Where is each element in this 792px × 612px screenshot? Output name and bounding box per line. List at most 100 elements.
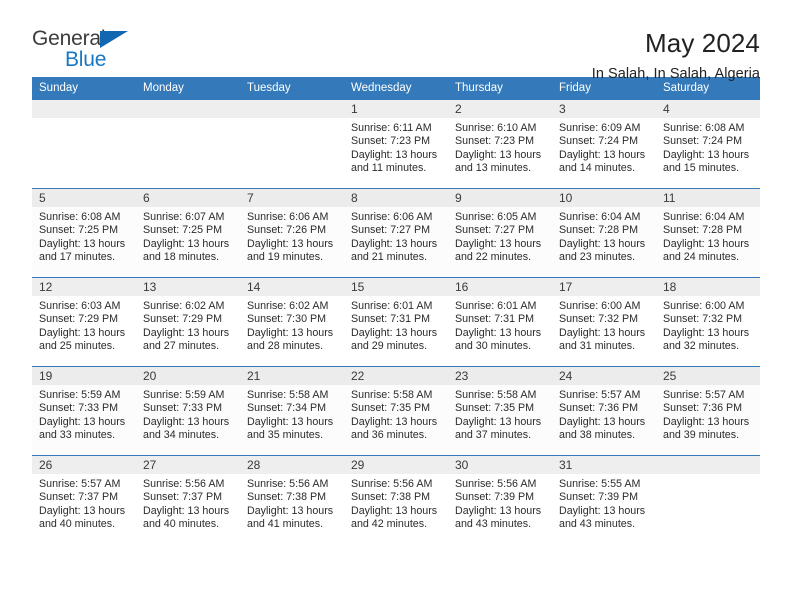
daylight-line-1: Daylight: 13 hours [39, 237, 126, 250]
calendar-day-cell[interactable]: 24 Sunrise: 5:57 AM Sunset: 7:36 PM Dayligh… [552, 366, 656, 456]
calendar-day-cell[interactable]: 21 Sunrise: 5:58 AM Sunset: 7:34 PM Dayligh… [240, 366, 344, 456]
general-blue-logo[interactable]: General Blue [32, 28, 152, 74]
calendar-day-cell[interactable]: 8 Sunrise: 6:06 AM Sunset: 7:27 PM Daylight… [344, 188, 448, 278]
day-details: Sunrise: 5:58 AM Sunset: 7:35 PM Daylight:… [448, 385, 552, 443]
sunrise-line: Sunrise: 6:03 AM [39, 300, 121, 312]
calendar-week-row: 26 Sunrise: 5:57 AM Sunset: 7:37 PM Dayligh… [32, 455, 760, 544]
calendar-week-row: 1 Sunrise: 6:11 AM Sunset: 7:23 PM Daylight… [32, 99, 760, 189]
weekday-header-monday: Monday [136, 77, 240, 100]
day-details: Sunrise: 5:59 AM Sunset: 7:33 PM Daylight:… [32, 385, 136, 443]
calendar-day-cell[interactable]: 9 Sunrise: 6:05 AM Sunset: 7:27 PM Daylight… [448, 188, 552, 278]
calendar-day-cell[interactable]: 25 Sunrise: 5:57 AM Sunset: 7:36 PM Dayligh… [656, 366, 760, 456]
sunset-line: Sunset: 7:39 PM [559, 491, 639, 504]
calendar-day-cell[interactable]: 2 Sunrise: 6:10 AM Sunset: 7:23 PM Daylight… [448, 99, 552, 189]
calendar-day-cell[interactable]: 19 Sunrise: 5:59 AM Sunset: 7:33 PM Dayligh… [32, 366, 136, 456]
day-number: 7 [240, 189, 344, 207]
calendar-cell-empty [656, 455, 760, 544]
daylight-line-2: and 27 minutes. [143, 340, 220, 353]
day-number: 22 [344, 367, 448, 385]
daylight-line-2: and 42 minutes. [351, 518, 428, 531]
daylight-line-1: Daylight: 13 hours [247, 504, 334, 517]
sunrise-line: Sunrise: 6:01 AM [455, 300, 537, 312]
calendar-week-row: 12 Sunrise: 6:03 AM Sunset: 7:29 PM Dayligh… [32, 277, 760, 367]
calendar-day-cell[interactable]: 26 Sunrise: 5:57 AM Sunset: 7:37 PM Dayligh… [32, 455, 136, 544]
day-number [240, 100, 344, 118]
day-details: Sunrise: 5:58 AM Sunset: 7:35 PM Daylight:… [344, 385, 448, 443]
day-number: 8 [344, 189, 448, 207]
calendar-day-cell[interactable]: 29 Sunrise: 5:56 AM Sunset: 7:38 PM Dayligh… [344, 455, 448, 544]
calendar-day-cell[interactable]: 15 Sunrise: 6:01 AM Sunset: 7:31 PM Dayligh… [344, 277, 448, 367]
daylight-line-1: Daylight: 13 hours [351, 237, 438, 250]
calendar-day-cell[interactable]: 1 Sunrise: 6:11 AM Sunset: 7:23 PM Daylight… [344, 99, 448, 189]
calendar-day-cell[interactable]: 13 Sunrise: 6:02 AM Sunset: 7:29 PM Dayligh… [136, 277, 240, 367]
weekday-header-sunday: Sunday [32, 77, 136, 100]
day-number [656, 456, 760, 474]
calendar-cell-empty [240, 99, 344, 189]
daylight-line-1: Daylight: 13 hours [559, 326, 646, 339]
daylight-line-2: and 34 minutes. [143, 429, 220, 442]
daylight-line-2: and 35 minutes. [247, 429, 324, 442]
sunrise-line: Sunrise: 6:00 AM [663, 300, 745, 312]
calendar-day-cell[interactable]: 17 Sunrise: 6:00 AM Sunset: 7:32 PM Dayligh… [552, 277, 656, 367]
sunrise-line: Sunrise: 6:08 AM [663, 122, 745, 134]
calendar-day-cell[interactable]: 14 Sunrise: 6:02 AM Sunset: 7:30 PM Dayligh… [240, 277, 344, 367]
calendar-cell-empty [136, 99, 240, 189]
calendar-day-cell[interactable]: 23 Sunrise: 5:58 AM Sunset: 7:35 PM Dayligh… [448, 366, 552, 456]
day-details: Sunrise: 5:56 AM Sunset: 7:38 PM Daylight:… [344, 474, 448, 532]
calendar-day-cell[interactable]: 28 Sunrise: 5:56 AM Sunset: 7:38 PM Dayligh… [240, 455, 344, 544]
page-header: General Blue May 2024 In Salah, In Salah… [32, 0, 760, 82]
day-number: 20 [136, 367, 240, 385]
daylight-line-1: Daylight: 13 hours [143, 415, 230, 428]
sunrise-line: Sunrise: 6:09 AM [559, 122, 641, 134]
day-details: Sunrise: 6:00 AM Sunset: 7:32 PM Daylight:… [656, 296, 760, 354]
sunset-line: Sunset: 7:38 PM [351, 491, 431, 504]
day-number: 19 [32, 367, 136, 385]
calendar-day-cell[interactable]: 10 Sunrise: 6:04 AM Sunset: 7:28 PM Dayligh… [552, 188, 656, 278]
daylight-line-2: and 39 minutes. [663, 429, 740, 442]
day-number: 3 [552, 100, 656, 118]
daylight-line-1: Daylight: 13 hours [663, 237, 750, 250]
calendar-day-cell[interactable]: 7 Sunrise: 6:06 AM Sunset: 7:26 PM Daylight… [240, 188, 344, 278]
daylight-line-2: and 30 minutes. [455, 340, 532, 353]
day-details: Sunrise: 6:02 AM Sunset: 7:30 PM Daylight:… [240, 296, 344, 354]
daylight-line-1: Daylight: 13 hours [663, 326, 750, 339]
calendar-day-cell[interactable]: 27 Sunrise: 5:56 AM Sunset: 7:37 PM Dayligh… [136, 455, 240, 544]
daylight-line-1: Daylight: 13 hours [351, 504, 438, 517]
calendar-day-cell[interactable]: 22 Sunrise: 5:58 AM Sunset: 7:35 PM Dayligh… [344, 366, 448, 456]
day-number: 29 [344, 456, 448, 474]
calendar-day-cell[interactable]: 11 Sunrise: 6:04 AM Sunset: 7:28 PM Dayligh… [656, 188, 760, 278]
daylight-line-2: and 40 minutes. [143, 518, 220, 531]
daylight-line-2: and 33 minutes. [39, 429, 116, 442]
day-number: 21 [240, 367, 344, 385]
daylight-line-2: and 43 minutes. [455, 518, 532, 531]
day-number: 4 [656, 100, 760, 118]
sunrise-line: Sunrise: 5:56 AM [247, 478, 329, 490]
calendar-day-cell[interactable]: 31 Sunrise: 5:55 AM Sunset: 7:39 PM Dayligh… [552, 455, 656, 544]
sunset-line: Sunset: 7:39 PM [455, 491, 535, 504]
sunset-line: Sunset: 7:37 PM [143, 491, 223, 504]
calendar-day-cell[interactable]: 16 Sunrise: 6:01 AM Sunset: 7:31 PM Dayligh… [448, 277, 552, 367]
calendar-day-cell[interactable]: 30 Sunrise: 5:56 AM Sunset: 7:39 PM Dayligh… [448, 455, 552, 544]
daylight-line-2: and 29 minutes. [351, 340, 428, 353]
sunrise-line: Sunrise: 6:06 AM [247, 211, 329, 223]
daylight-line-2: and 15 minutes. [663, 162, 740, 175]
calendar-day-cell[interactable]: 12 Sunrise: 6:03 AM Sunset: 7:29 PM Dayligh… [32, 277, 136, 367]
daylight-line-2: and 31 minutes. [559, 340, 636, 353]
day-details: Sunrise: 6:07 AM Sunset: 7:25 PM Daylight:… [136, 207, 240, 265]
calendar-day-cell[interactable]: 5 Sunrise: 6:08 AM Sunset: 7:25 PM Daylight… [32, 188, 136, 278]
calendar-day-cell[interactable]: 6 Sunrise: 6:07 AM Sunset: 7:25 PM Daylight… [136, 188, 240, 278]
daylight-line-1: Daylight: 13 hours [351, 148, 438, 161]
calendar-day-cell[interactable]: 3 Sunrise: 6:09 AM Sunset: 7:24 PM Daylight… [552, 99, 656, 189]
daylight-line-1: Daylight: 13 hours [559, 504, 646, 517]
calendar-day-cell[interactable]: 4 Sunrise: 6:08 AM Sunset: 7:24 PM Daylight… [656, 99, 760, 189]
sunset-line: Sunset: 7:27 PM [351, 224, 431, 237]
day-number: 12 [32, 278, 136, 296]
day-number: 28 [240, 456, 344, 474]
daylight-line-1: Daylight: 13 hours [455, 415, 542, 428]
daylight-line-2: and 28 minutes. [247, 340, 324, 353]
calendar-body: 1 Sunrise: 6:11 AM Sunset: 7:23 PM Daylight… [32, 99, 760, 544]
calendar-day-cell[interactable]: 18 Sunrise: 6:00 AM Sunset: 7:32 PM Dayligh… [656, 277, 760, 367]
day-number: 25 [656, 367, 760, 385]
calendar-day-cell[interactable]: 20 Sunrise: 5:59 AM Sunset: 7:33 PM Dayligh… [136, 366, 240, 456]
day-details: Sunrise: 5:57 AM Sunset: 7:36 PM Daylight:… [656, 385, 760, 443]
